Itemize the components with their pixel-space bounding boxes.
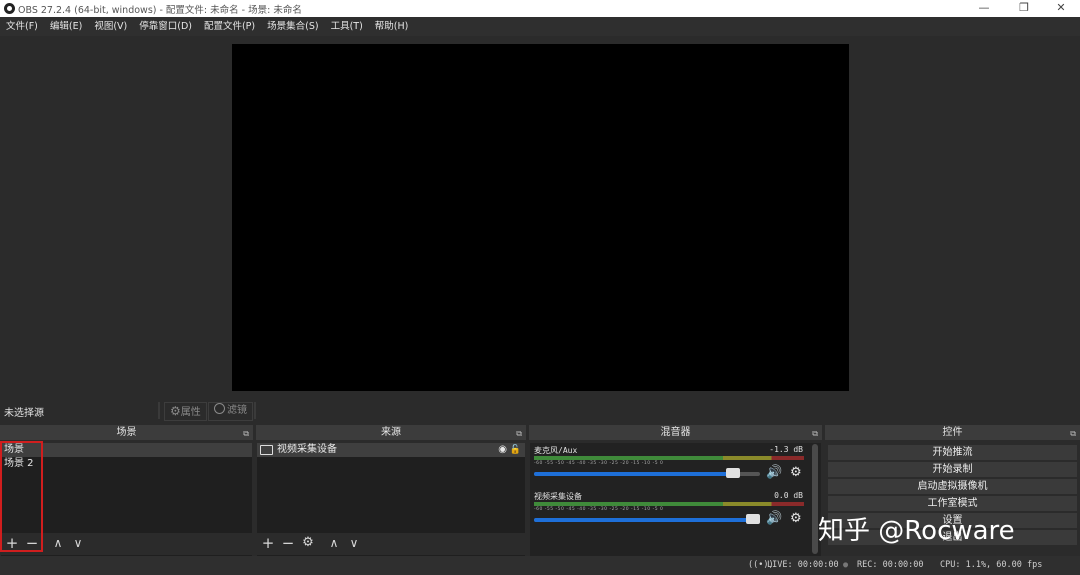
mixer-channel: 视频采集设备 0.0 dB -60 -55 -50 -45 -40 -35 -3… — [534, 491, 807, 535]
eye-icon[interactable]: ◉ — [498, 443, 507, 457]
scenes-title: 场景 — [116, 427, 137, 438]
rec-time: REC: 00:00:00 — [857, 560, 924, 570]
mixer-channels: 麦克风/Aux -1.3 dB -60 -55 -50 -45 -40 -35 … — [530, 443, 821, 557]
meter-scale: -60 -55 -50 -45 -40 -35 -30 -25 -20 -15 … — [534, 461, 664, 466]
speaker-icon[interactable]: 🔊 — [766, 465, 782, 480]
menu-tools[interactable]: 工具(T) — [325, 17, 369, 36]
obs-logo-icon — [4, 3, 15, 14]
meter-scale: -60 -55 -50 -45 -40 -35 -30 -25 -20 -15 … — [534, 507, 664, 512]
mixer-dock-title: 混音器 ⧉ — [529, 425, 822, 440]
context-divider — [254, 402, 256, 419]
channel-db: 0.0 dB — [774, 491, 803, 500]
properties-label: 属性 — [180, 407, 201, 418]
volume-meter — [534, 502, 804, 506]
source-item[interactable]: 视频采集设备 ◉ 🔓 — [257, 443, 525, 457]
float-dock-icon[interactable]: ⧉ — [1070, 426, 1076, 441]
start-virtual-camera-button[interactable]: 启动虚拟摄像机 — [828, 479, 1077, 494]
menu-help[interactable]: 帮助(H) — [369, 17, 415, 36]
sources-dock: 来源 ⧉ 视频采集设备 ◉ 🔓 + − ⚙ ∧ ∨ — [256, 425, 526, 557]
context-bar: 未选择源 ⚙属性 滤镜 — [0, 400, 1080, 422]
preview-canvas[interactable] — [232, 44, 849, 391]
volume-slider[interactable] — [534, 518, 760, 522]
filters-button[interactable]: 滤镜 — [208, 402, 253, 421]
gear-icon[interactable]: ⚙ — [790, 465, 802, 480]
source-toolbar: + − ⚙ ∧ ∨ — [256, 533, 526, 555]
move-down-icon[interactable]: ∨ — [345, 534, 363, 552]
volume-slider-handle[interactable] — [726, 468, 740, 478]
menu-bar: 文件(F) 编辑(E) 视图(V) 停靠窗口(D) 配置文件(P) 场景集合(S) 工具(T… — [0, 17, 1080, 36]
sources-dock-title: 来源 ⧉ — [256, 425, 526, 440]
camera-icon — [260, 445, 273, 455]
move-down-icon[interactable]: ∨ — [69, 534, 87, 552]
start-streaming-button[interactable]: 开始推流 — [828, 445, 1077, 460]
window-title: OBS 27.2.4 (64-bit, windows) - 配置文件: 未命名… — [18, 5, 302, 16]
no-source-selected-label: 未选择源 — [4, 408, 44, 419]
volume-slider-handle[interactable] — [746, 514, 760, 524]
status-bar: ((•)) LIVE: 00:00:00 ● REC: 00:00:00 CPU… — [0, 556, 1080, 575]
float-dock-icon[interactable]: ⧉ — [812, 426, 818, 441]
sources-title: 来源 — [381, 427, 401, 438]
controls-title: 控件 — [942, 427, 963, 438]
highlight-box — [0, 441, 43, 552]
lock-icon[interactable]: 🔓 — [510, 443, 521, 457]
remove-source-icon[interactable]: − — [279, 534, 297, 552]
menu-docks[interactable]: 停靠窗口(D) — [133, 17, 198, 36]
mixer-channel: 麦克风/Aux -1.3 dB -60 -55 -50 -45 -40 -35 … — [534, 445, 807, 489]
volume-meter — [534, 456, 804, 460]
menu-profile[interactable]: 配置文件(P) — [198, 17, 261, 36]
menu-view[interactable]: 视图(V) — [88, 17, 133, 36]
filter-icon — [214, 403, 225, 414]
mixer-title: 混音器 — [660, 427, 691, 438]
start-recording-button[interactable]: 开始录制 — [828, 462, 1077, 477]
rec-icon: ● — [843, 560, 849, 570]
float-dock-icon[interactable]: ⧉ — [243, 426, 249, 441]
channel-name: 麦克风/Aux — [534, 446, 578, 455]
live-time: LIVE: 00:00:00 — [767, 560, 839, 570]
speaker-icon[interactable]: 🔊 — [766, 511, 782, 526]
channel-name: 视频采集设备 — [534, 492, 582, 501]
volume-slider[interactable] — [534, 472, 740, 476]
watermark-text: 知乎 @Rocware — [818, 516, 1015, 546]
add-source-icon[interactable]: + — [259, 534, 277, 552]
menu-file[interactable]: 文件(F) — [0, 17, 44, 36]
move-up-icon[interactable]: ∧ — [49, 534, 67, 552]
audio-mixer-dock: 混音器 ⧉ 麦克风/Aux -1.3 dB -60 -55 -50 -45 -40… — [529, 425, 822, 557]
menu-scene-collection[interactable]: 场景集合(S) — [261, 17, 324, 36]
context-divider — [158, 402, 160, 419]
restore-button[interactable]: ❐ — [1005, 0, 1043, 17]
float-dock-icon[interactable]: ⧉ — [516, 426, 522, 441]
gear-icon[interactable]: ⚙ — [790, 511, 802, 526]
source-name: 视频采集设备 — [277, 444, 337, 455]
title-bar: OBS 27.2.4 (64-bit, windows) - 配置文件: 未命名… — [0, 0, 1080, 17]
filters-label: 滤镜 — [227, 405, 247, 416]
minimize-button[interactable]: — — [965, 0, 1003, 17]
controls-dock-title: 控件 ⧉ — [825, 425, 1080, 440]
menu-edit[interactable]: 编辑(E) — [44, 17, 88, 36]
cpu-fps: CPU: 1.1%, 60.00 fps — [940, 560, 1043, 570]
scenes-dock-title: 场景 ⧉ — [0, 425, 253, 440]
close-button[interactable]: ✕ — [1042, 0, 1080, 17]
studio-mode-button[interactable]: 工作室模式 — [828, 496, 1077, 511]
move-up-icon[interactable]: ∧ — [325, 534, 343, 552]
source-properties-gear-icon[interactable]: ⚙ — [299, 534, 317, 552]
channel-db: -1.3 dB — [769, 445, 803, 454]
properties-button[interactable]: ⚙属性 — [164, 402, 207, 421]
gear-icon: ⚙ — [170, 404, 181, 418]
